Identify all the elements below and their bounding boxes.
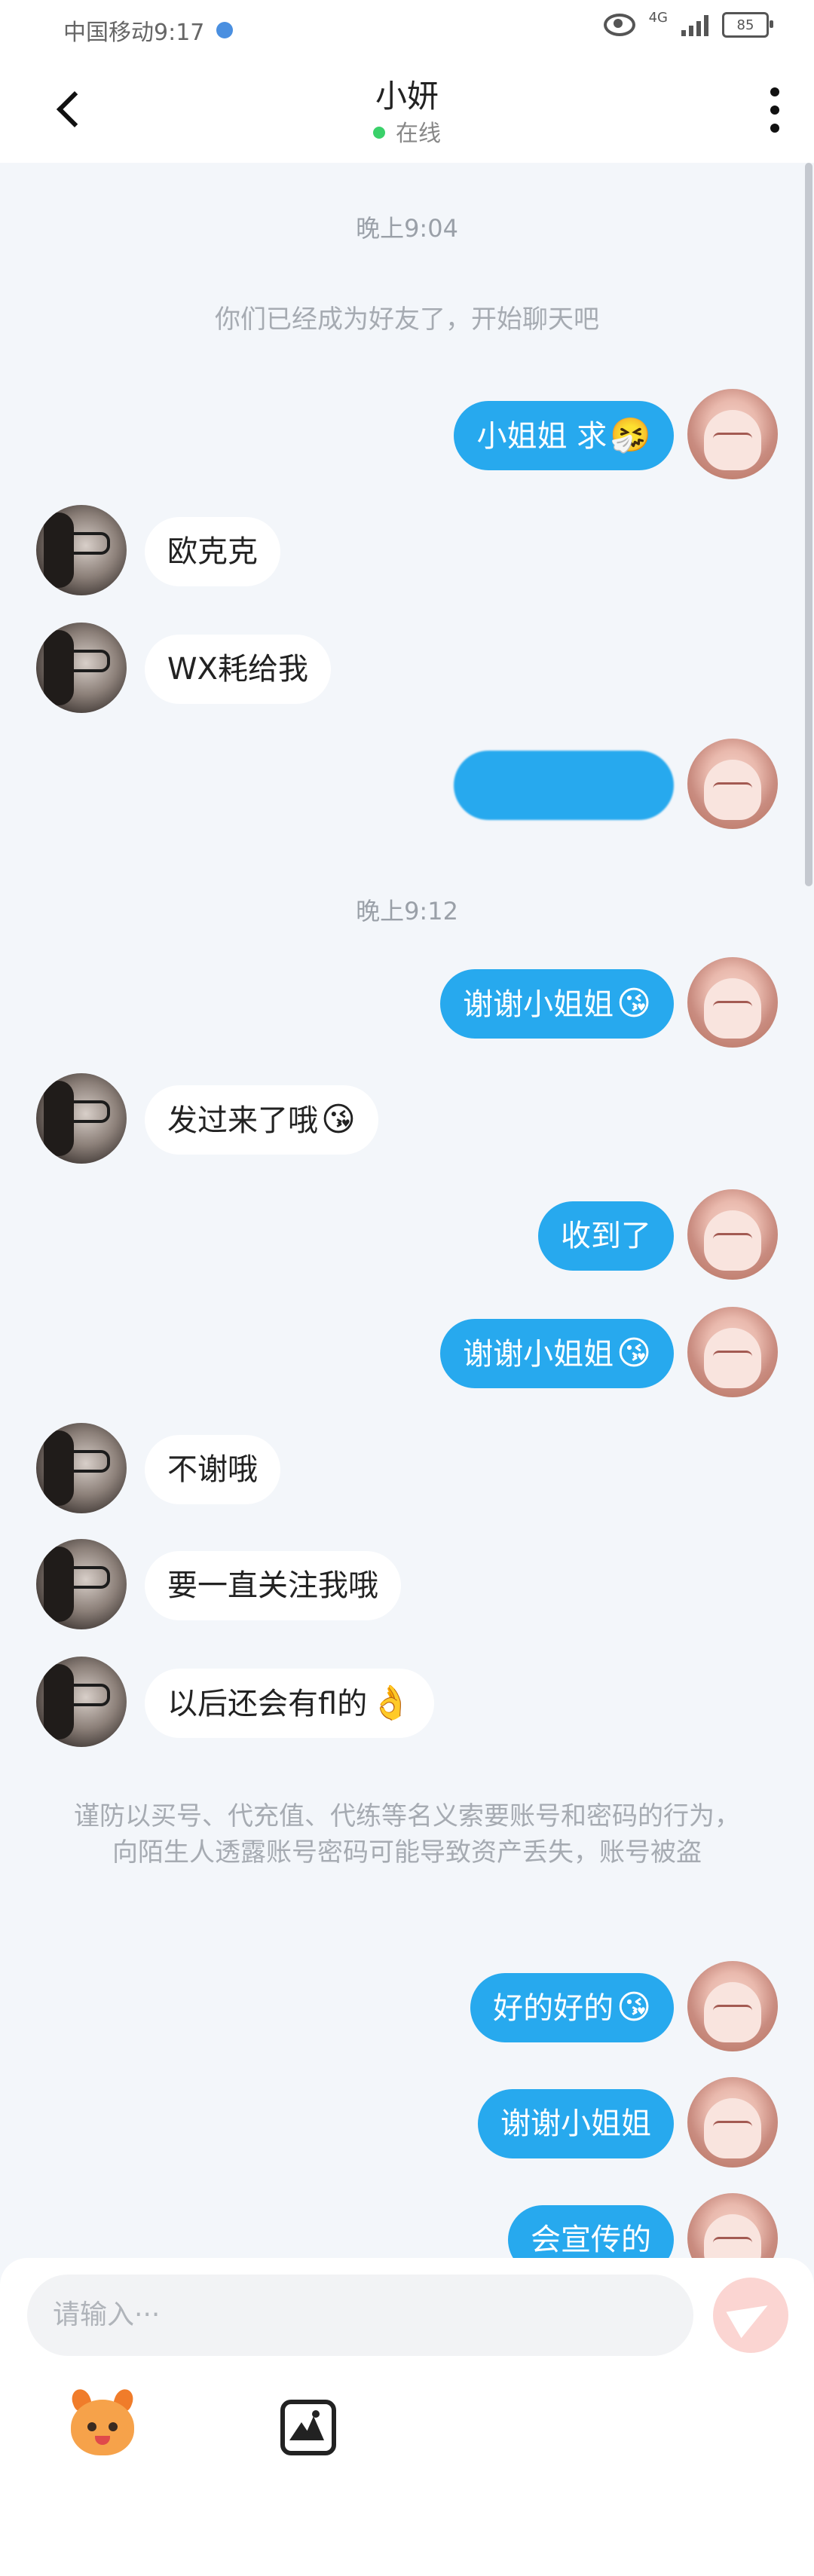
friend-added-note: 你们已经成为好友了，开始聊天吧 (215, 304, 599, 335)
status-bar: 中国移动9:17 4G 85 (0, 0, 814, 60)
message-row: WX耗给我 (0, 623, 814, 713)
my-avatar[interactable] (687, 957, 778, 1048)
more-vertical-icon[interactable] (769, 87, 781, 133)
message-row: 好的好的😘 (0, 1961, 814, 2051)
message-input[interactable]: 请输入··· (27, 2275, 693, 2356)
contact-avatar[interactable] (36, 1657, 127, 1747)
timestamp: 晚上9:04 (356, 214, 458, 243)
status-left: 中国移动9:17 (63, 14, 234, 47)
online-status: 在线 (0, 115, 814, 148)
my-avatar[interactable] (687, 389, 778, 479)
message-bubble-outgoing[interactable]: 收到了 (538, 1201, 674, 1271)
message-row: 小姐姐 求🤧 (0, 389, 814, 479)
message-row: 欧克克 (0, 505, 814, 595)
message-text: 欧克克 (167, 534, 258, 569)
message-text: 不谢哦 (167, 1452, 258, 1487)
signal-icon (681, 14, 708, 36)
my-avatar[interactable] (687, 739, 778, 829)
message-bubble-outgoing[interactable]: 小姐姐 求🤧 (454, 401, 674, 470)
emoji: 👌 (370, 1684, 412, 1722)
message-row: 谢谢小姐姐 (0, 2077, 814, 2168)
contact-avatar[interactable] (36, 1423, 127, 1513)
message-text: 谢谢小姐姐 (500, 2106, 651, 2141)
message-text: 会宣传的 (531, 2223, 651, 2257)
message-bubble-incoming[interactable]: 以后还会有fl的👌 (145, 1669, 434, 1738)
emoji: 😘 (617, 1334, 651, 1372)
emoji: 🤧 (610, 416, 651, 454)
battery-level: 85 (736, 17, 754, 33)
my-avatar[interactable] (687, 2193, 778, 2258)
message-row: 会宣传的 (0, 2193, 814, 2258)
message-row: 谢谢小姐姐😘 (0, 1307, 814, 1397)
message-row (0, 739, 814, 829)
network-label: 4G (648, 9, 668, 26)
notification-dot-icon (216, 22, 234, 38)
carrier-time: 中国移动9:17 (63, 20, 205, 46)
message-bubble-outgoing[interactable]: 好的好的😘 (470, 1973, 674, 2042)
message-text: 发过来了哦 (167, 1103, 318, 1138)
image-icon[interactable] (271, 2389, 344, 2461)
message-bubble-incoming[interactable]: WX耗给我 (145, 635, 331, 704)
message-bubble-incoming[interactable]: 要一直关注我哦 (145, 1551, 401, 1620)
contact-avatar[interactable] (36, 505, 127, 595)
contact-avatar[interactable] (36, 1073, 127, 1164)
contact-avatar[interactable] (36, 623, 127, 713)
message-row: 要一直关注我哦 (0, 1539, 814, 1629)
message-text: 小姐姐 求 (476, 419, 607, 454)
message-text: 谢谢小姐姐 (463, 987, 614, 1022)
emoji: 😘 (617, 984, 651, 1023)
eye-icon (603, 14, 635, 36)
my-avatar[interactable] (687, 1189, 778, 1280)
message-text: 收到了 (561, 1219, 651, 1253)
chat-header: 小妍 在线 (0, 60, 814, 163)
send-icon[interactable] (713, 2278, 788, 2353)
my-avatar[interactable] (687, 1961, 778, 2051)
message-bubble-incoming[interactable]: 发过来了哦😘 (145, 1085, 378, 1155)
message-list[interactable]: 晚上9:04 你们已经成为好友了，开始聊天吧 小姐姐 求🤧 欧克克 WX耗给我 … (0, 163, 814, 2258)
security-warning: 谨防以买号、代充值、代练等名义索要账号和密码的行为，向陌生人透露账号密码可能导致… (74, 1801, 740, 1868)
contact-name: 小妍 (375, 78, 439, 115)
contact-avatar[interactable] (36, 1539, 127, 1629)
message-bubble-redacted[interactable] (454, 751, 674, 820)
message-text: WX耗给我 (167, 652, 308, 687)
message-composer: 请输入··· (0, 2258, 814, 2576)
message-bubble-outgoing[interactable]: 谢谢小姐姐😘 (440, 969, 674, 1039)
message-row: 收到了 (0, 1189, 814, 1280)
message-row: 以后还会有fl的👌 (0, 1657, 814, 1747)
my-avatar[interactable] (687, 2077, 778, 2168)
message-bubble-outgoing[interactable]: 谢谢小姐姐 (478, 2089, 674, 2158)
message-bubble-outgoing[interactable]: 会宣传的 (508, 2205, 674, 2258)
message-bubble-outgoing[interactable]: 谢谢小姐姐😘 (440, 1319, 674, 1388)
online-dot-icon (373, 126, 385, 139)
message-row: 谢谢小姐姐😘 (0, 957, 814, 1048)
message-bubble-incoming[interactable]: 欧克克 (145, 517, 280, 586)
emoji-sticker-icon[interactable] (66, 2386, 139, 2461)
online-status-label: 在线 (396, 121, 441, 147)
message-text: 以后还会有fl的 (167, 1687, 368, 1721)
battery-icon: 85 (722, 12, 773, 38)
status-right: 4G 85 (603, 9, 773, 38)
emoji: 😘 (321, 1100, 356, 1139)
message-bubble-incoming[interactable]: 不谢哦 (145, 1435, 280, 1504)
my-avatar[interactable] (687, 1307, 778, 1397)
message-text: 谢谢小姐姐 (463, 1337, 614, 1372)
message-text: 好的好的 (493, 1991, 614, 2026)
message-row: 不谢哦 (0, 1423, 814, 1513)
message-text: 要一直关注我哦 (167, 1568, 378, 1603)
message-row: 发过来了哦😘 (0, 1073, 814, 1164)
timestamp: 晚上9:12 (356, 897, 458, 925)
emoji: 😘 (617, 1988, 651, 2027)
